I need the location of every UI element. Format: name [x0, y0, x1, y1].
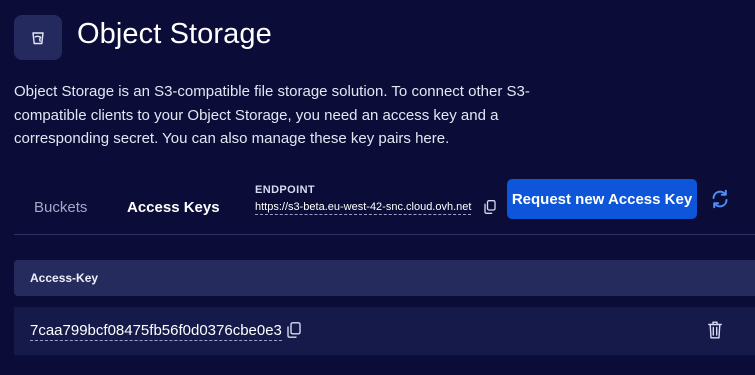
endpoint-url[interactable]: https://s3-beta.eu-west-42-snc.cloud.ovh…: [255, 201, 472, 215]
copy-icon: [287, 322, 301, 338]
bucket-icon: [32, 31, 44, 44]
table-header: Access-Key: [14, 260, 755, 296]
request-access-key-button[interactable]: Request new Access Key: [507, 179, 697, 219]
column-header-access-key: Access-Key: [30, 271, 99, 285]
tab-access-keys[interactable]: Access Keys: [127, 199, 220, 216]
divider: [14, 234, 755, 235]
copy-endpoint-button[interactable]: [484, 200, 496, 214]
copy-access-key-button[interactable]: [287, 322, 301, 338]
page-description: Object Storage is an S3-compatible file …: [14, 83, 530, 147]
object-storage-icon-tile: [14, 15, 62, 60]
refresh-button[interactable]: [710, 189, 730, 209]
tab-buckets[interactable]: Buckets: [34, 199, 87, 216]
access-key-value[interactable]: 7caa799bcf08475fb56f0d0376cbe0e3: [30, 322, 282, 341]
delete-access-key-button[interactable]: [708, 321, 722, 339]
trash-icon: [708, 321, 722, 339]
endpoint-label: ENDPOINT: [255, 184, 316, 196]
copy-icon: [484, 200, 496, 214]
table-row: 7caa799bcf08475fb56f0d0376cbe0e3: [14, 307, 755, 355]
page-title: Object Storage: [77, 18, 272, 50]
refresh-icon: [712, 189, 728, 209]
